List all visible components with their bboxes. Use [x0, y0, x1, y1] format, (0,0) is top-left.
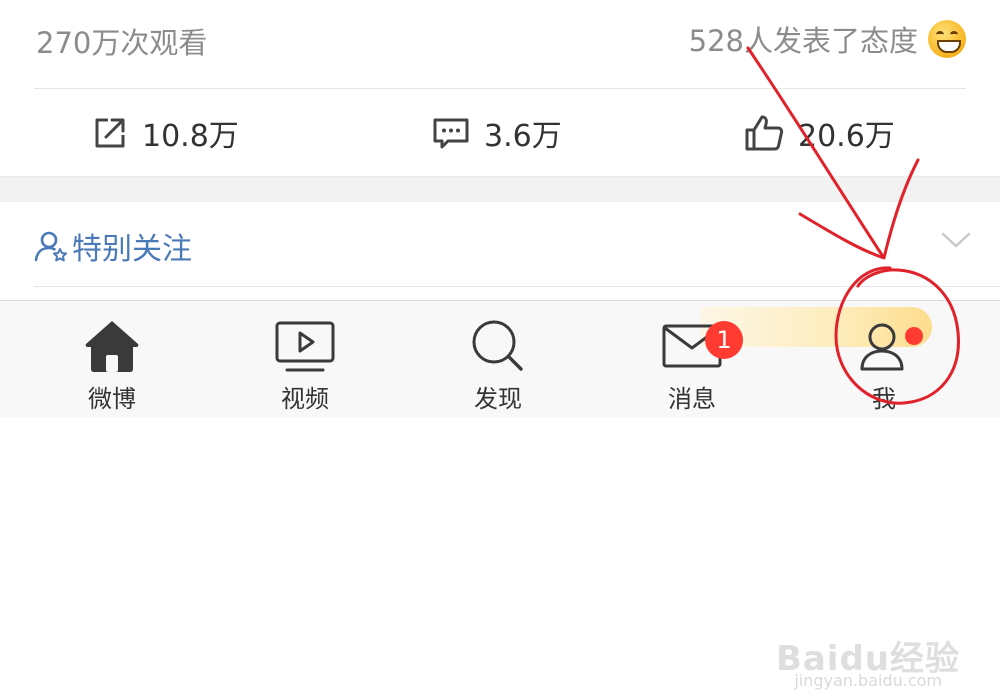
view-count: 270万次观看 [36, 26, 208, 60]
notification-dot [905, 327, 923, 345]
share-button[interactable]: 10.8万 [92, 111, 239, 155]
special-follow[interactable]: 特别关注 [34, 224, 192, 268]
grinning-emoji-icon [928, 20, 966, 58]
tab-video[interactable]: 视频 [250, 317, 360, 414]
tab-me[interactable]: 我 [829, 317, 939, 414]
comment-icon [433, 118, 469, 149]
home-icon [85, 321, 139, 372]
search-icon [472, 320, 523, 371]
user-icon [860, 323, 904, 371]
special-follow-row[interactable]: 特别关注 [0, 202, 1000, 286]
tab-label: 发现 [474, 385, 522, 413]
share-count: 10.8万 [142, 119, 239, 154]
tab-discover[interactable]: 发现 [443, 317, 553, 414]
comment-button[interactable]: 3.6万 [432, 111, 562, 155]
section-gap [0, 176, 1000, 202]
tab-weibo[interactable]: 微博 [57, 317, 167, 414]
tab-label: 我 [872, 385, 896, 413]
like-button[interactable]: 20.6万 [744, 111, 895, 155]
share-icon [95, 118, 125, 148]
stats-row: 270万次观看 528人发表了态度 [0, 0, 1000, 86]
watermark-sub: jingyan.baidu.com [794, 671, 942, 690]
divider [34, 286, 1000, 287]
action-bar: 10.8万 3.6万 20.6万 [0, 89, 1000, 175]
tab-messages[interactable]: 1 消息 [637, 317, 747, 414]
tab-label: 消息 [668, 385, 716, 413]
thumbs-up-icon [745, 115, 784, 151]
video-icon [275, 321, 335, 372]
unread-badge: 1 [705, 321, 743, 359]
user-star-icon [34, 231, 67, 262]
attitudes-summary[interactable]: 528人发表了态度 [689, 18, 966, 60]
chevron-down-icon[interactable] [940, 230, 972, 250]
tab-label: 视频 [281, 385, 329, 413]
special-follow-label: 特别关注 [72, 232, 192, 267]
tab-label: 微博 [88, 385, 136, 413]
attitudes-count: 528人发表了态度 [688, 24, 918, 58]
comment-count: 3.6万 [484, 119, 562, 154]
bottom-tab-bar: 微博 视频 发现 1 消息 我 Baidu经验 jingyan.baidu.co… [0, 300, 1000, 690]
like-count: 20.6万 [798, 119, 895, 154]
